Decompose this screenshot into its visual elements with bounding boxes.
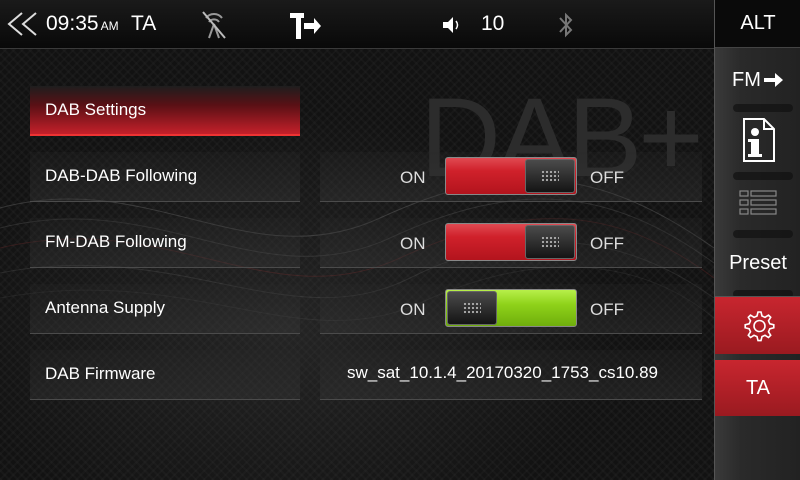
grip-icon: [541, 170, 559, 182]
preset-button[interactable]: Preset: [715, 238, 800, 288]
signal-off-icon: [202, 11, 226, 39]
station-list-button[interactable]: [715, 178, 800, 228]
ta-status: TA: [131, 12, 157, 35]
grip-icon: [541, 236, 559, 248]
row-label-text: DAB-DAB Following: [45, 166, 198, 185]
arrow-right-icon: [763, 73, 783, 87]
fm-source-button[interactable]: FM: [715, 56, 800, 104]
header-title: DAB Settings: [45, 100, 147, 119]
grip-icon: [463, 302, 481, 314]
antenna-supply-toggle[interactable]: [445, 289, 577, 327]
on-label: ON: [400, 300, 426, 319]
toggle-knob[interactable]: [525, 159, 575, 193]
navigation-turn-icon: [290, 13, 321, 39]
volume-level: 10: [481, 12, 505, 35]
volume-icon[interactable]: [441, 14, 463, 36]
right-sidebar: ALT FM Preset TA: [714, 0, 800, 480]
dab-settings-header: DAB Settings: [30, 86, 300, 136]
row-label-antenna-supply: Antenna Supply: [30, 284, 300, 334]
off-label: OFF: [590, 168, 624, 187]
row-firmware-value: sw_sat_10.1.4_20170320_1753_cs10.89: [320, 350, 702, 400]
ta-label: TA: [745, 376, 771, 399]
clock-time: 09:35: [46, 12, 99, 35]
off-label: OFF: [590, 300, 624, 319]
toggle-knob[interactable]: [525, 225, 575, 259]
row-label-dab-dab-following: DAB-DAB Following: [30, 152, 300, 202]
alt-label: ALT: [740, 12, 776, 34]
row-label-text: FM-DAB Following: [45, 232, 187, 251]
row-label-text: DAB Firmware: [45, 364, 156, 383]
row-control-fm-dab-following: ON OFF: [320, 218, 702, 268]
row-label-dab-firmware: DAB Firmware: [30, 350, 300, 400]
bluetooth-icon: [559, 12, 573, 38]
toggle-knob[interactable]: [447, 291, 497, 325]
dab-dab-following-toggle[interactable]: [445, 157, 577, 195]
row-control-antenna-supply: ON OFF: [320, 284, 702, 334]
list-icon: [739, 190, 777, 215]
on-label: ON: [400, 234, 426, 253]
alt-button[interactable]: ALT: [715, 0, 800, 48]
fm-dab-following-toggle[interactable]: [445, 223, 577, 261]
clock-ampm: AM: [100, 19, 119, 33]
info-button[interactable]: [715, 110, 800, 170]
info-icon: [743, 118, 775, 162]
fm-label: FM: [732, 68, 761, 91]
off-label: OFF: [590, 234, 624, 253]
row-control-dab-dab-following: ON OFF: [320, 152, 702, 202]
gear-icon: [744, 310, 775, 341]
preset-label: Preset: [729, 251, 787, 274]
row-label-fm-dab-following: FM-DAB Following: [30, 218, 300, 268]
ta-button[interactable]: TA: [715, 360, 800, 416]
settings-button[interactable]: [715, 296, 800, 354]
row-label-text: Antenna Supply: [45, 298, 166, 317]
firmware-version: sw_sat_10.1.4_20170320_1753_cs10.89: [347, 363, 658, 382]
on-label: ON: [400, 168, 426, 187]
clock: 09:35 AM: [46, 12, 119, 36]
sidebar-divider: [733, 230, 793, 238]
back-icon[interactable]: [6, 11, 42, 37]
status-bar: 09:35 AM TA 10: [0, 0, 714, 49]
